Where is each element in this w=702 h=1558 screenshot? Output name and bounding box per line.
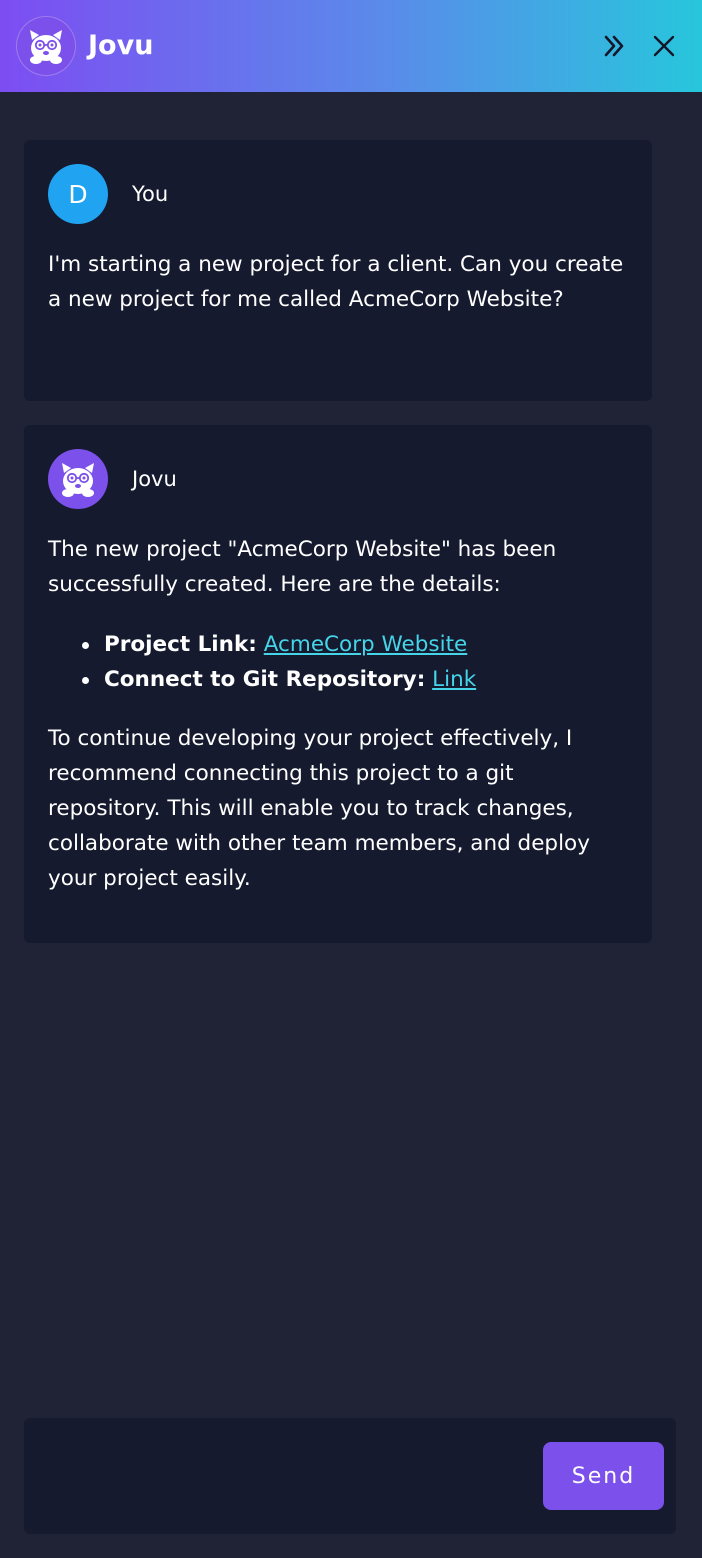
user-avatar: D <box>48 164 108 224</box>
close-icon <box>653 35 675 57</box>
send-button[interactable]: Send <box>543 1442 664 1510</box>
detail-label: Project Link: <box>104 632 257 657</box>
message-composer: Send <box>24 1418 676 1534</box>
message-outro: To continue developing your project effe… <box>48 726 590 891</box>
sender-name: You <box>132 182 169 206</box>
bear-with-glasses-icon <box>16 16 76 76</box>
user-message-card: D You I'm starting a new project for a c… <box>24 140 652 401</box>
list-item: Connect to Git Repository: Link <box>82 662 634 697</box>
bear-with-glasses-icon <box>48 449 108 509</box>
git-repository-link[interactable]: Link <box>432 667 476 692</box>
message-input[interactable] <box>40 1434 530 1518</box>
chat-panel: Jovu D You I'm starting a new project fo… <box>0 0 702 1558</box>
message-intro: The new project "AcmeCorp Website" has b… <box>48 537 557 597</box>
project-link[interactable]: AcmeCorp Website <box>264 632 468 657</box>
header-bar: Jovu <box>0 0 702 92</box>
list-item: Project Link: AcmeCorp Website <box>82 627 634 662</box>
message-text: I'm starting a new project for a client.… <box>48 252 624 312</box>
detail-label: Connect to Git Repository: <box>104 667 426 692</box>
assistant-message-card: Jovu The new project "AcmeCorp Website" … <box>24 425 652 943</box>
app-title: Jovu <box>88 30 154 61</box>
sender-name: Jovu <box>132 467 177 491</box>
collapse-panel-button[interactable] <box>594 26 634 66</box>
close-panel-button[interactable] <box>644 26 684 66</box>
double-chevron-right-icon <box>604 35 624 57</box>
project-details-list: Project Link: AcmeCorp Website Connect t… <box>82 627 634 697</box>
